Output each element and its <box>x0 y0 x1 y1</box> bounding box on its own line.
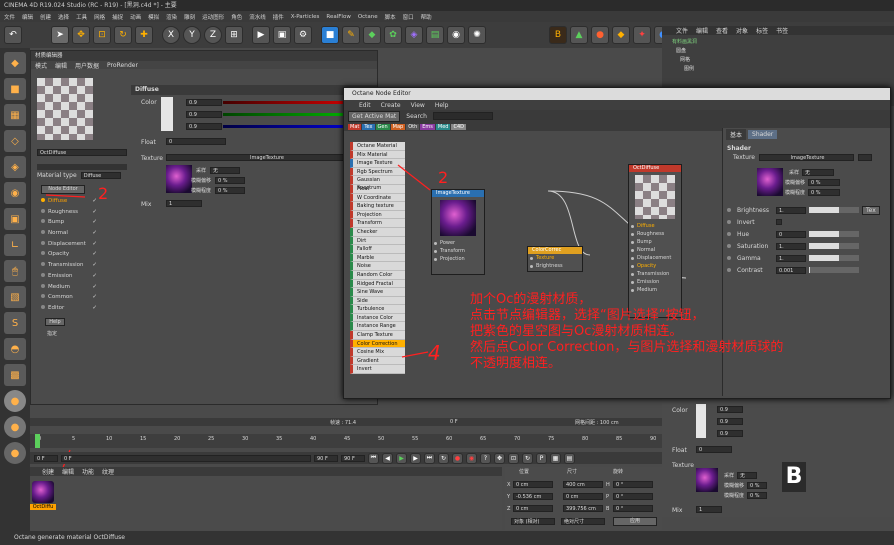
ruler-tick-label: 5 <box>72 436 76 442</box>
ruler-tick-label: 65 <box>480 436 487 442</box>
x-axis-label: X <box>507 482 511 488</box>
ruler-tick-label: 70 <box>514 436 521 442</box>
record-icon[interactable]: ● <box>452 452 463 464</box>
next-key-icon[interactable]: ▶ <box>410 452 421 464</box>
ruler-tick-label: 40 <box>310 436 317 442</box>
pla-key-icon[interactable]: ▦ <box>550 452 561 464</box>
end-frame-field-2[interactable]: 90 F <box>341 454 365 462</box>
size-z-field[interactable]: 399.756 cm <box>563 505 603 512</box>
ruler-tick-label: 80 <box>582 436 589 442</box>
material-name-label[interactable]: OctDiffu <box>30 504 56 510</box>
go-end-icon[interactable]: ⏭ <box>424 452 435 464</box>
ruler-tick-label: 60 <box>446 436 453 442</box>
ruler-tick-label: 30 <box>242 436 249 442</box>
size-x-field[interactable]: 400 cm <box>563 481 603 488</box>
rot-key-icon[interactable]: ↻ <box>522 452 533 464</box>
mm-create[interactable]: 创建 <box>42 467 54 476</box>
coord-mode-select[interactable]: 对象 (相对) <box>511 518 555 525</box>
go-start-icon[interactable]: ⏮ <box>368 452 379 464</box>
ruler-tick-label: 45 <box>344 436 351 442</box>
position-header: 位置 <box>519 469 530 475</box>
rot-b-field[interactable]: 0 ° <box>613 505 653 512</box>
mm-texture[interactable]: 纹理 <box>102 467 114 476</box>
arrow-to-image-texture <box>397 164 431 191</box>
size-y-field[interactable]: 0 cm <box>563 493 603 500</box>
prev-key-icon[interactable]: ◀ <box>382 452 393 464</box>
ruler-tick-label: 90 <box>650 436 657 442</box>
ruler-tick-label: 15 <box>140 436 147 442</box>
h-label: H <box>606 482 610 488</box>
loop-icon[interactable]: ↻ <box>438 452 449 464</box>
rotation-header: 旋转 <box>613 469 624 475</box>
apply-button[interactable]: 应用 <box>613 517 657 526</box>
ruler-tick-label: 35 <box>276 436 283 442</box>
ruler-tick-label: 25 <box>208 436 215 442</box>
rot-h-field[interactable]: 0 ° <box>613 481 653 488</box>
mm-edit[interactable]: 编辑 <box>62 467 74 476</box>
play-icon[interactable]: ▶ <box>396 452 407 464</box>
scale-key-icon[interactable]: ⊡ <box>508 452 519 464</box>
size-header: 尺寸 <box>567 469 578 475</box>
rot-p-field[interactable]: 0 ° <box>613 493 653 500</box>
range-slider[interactable]: 0 F <box>61 454 311 462</box>
timeline-ruler[interactable]: 051015202530354045505560657075808590 <box>30 434 662 448</box>
arrow-to-color-correction <box>401 351 429 358</box>
coordinates-manager: 位置 尺寸 旋转 X 0 cm 400 cm H 0 ° Y -0.536 cm… <box>505 467 662 530</box>
viewport-status: 帧速 : 71.4 0 F 网格间距 : 100 cm <box>30 418 662 426</box>
param-key-icon[interactable]: P <box>536 452 547 464</box>
ruler-tick-label: 50 <box>378 436 385 442</box>
ruler-tick-label: 85 <box>616 436 623 442</box>
pos-y-field[interactable]: -0.536 cm <box>513 493 553 500</box>
status-bar: Octane generate material OctDiffuse <box>0 531 894 545</box>
autokey-icon[interactable]: ◉ <box>466 452 477 464</box>
pos-key-icon[interactable]: ✥ <box>494 452 505 464</box>
material-thumbnail[interactable] <box>32 481 54 503</box>
ruler-tick-label: 75 <box>548 436 555 442</box>
pos-x-field[interactable]: 0 cm <box>513 481 553 488</box>
playhead[interactable] <box>35 434 40 448</box>
ruler-tick-label: 20 <box>174 436 181 442</box>
material-manager: 创建 编辑 功能 纹理 OctDiffu <box>30 467 502 530</box>
frame-label: 0 F <box>450 419 458 425</box>
pos-z-field[interactable]: 0 cm <box>513 505 553 512</box>
key-icon[interactable]: ? <box>480 452 491 464</box>
timeline-icon[interactable]: ▤ <box>564 452 575 464</box>
mm-function[interactable]: 功能 <box>82 467 94 476</box>
playback-bar: 0 F 0 F 90 F 90 F ⏮ ◀ ▶ ▶ ⏭ ↻ ● ◉ ? ✥ ⊡ … <box>30 452 662 464</box>
z-axis-label: Z <box>507 506 511 512</box>
p-label: P <box>606 494 610 500</box>
fps-label: 帧速 : 71.4 <box>330 420 356 426</box>
end-frame-field[interactable]: 90 F <box>314 454 338 462</box>
ruler-tick-label: 10 <box>106 436 113 442</box>
size-mode-select[interactable]: 绝对尺寸 <box>561 518 605 525</box>
start-frame-field[interactable]: 0 F <box>34 454 58 462</box>
arrow-to-node-editor <box>45 194 86 198</box>
material-manager-menu: 创建 编辑 功能 纹理 <box>30 467 502 476</box>
grid-spacing-label: 网格间距 : 100 cm <box>575 420 619 426</box>
ruler-tick-label: 55 <box>412 436 419 442</box>
y-axis-label: Y <box>507 494 511 500</box>
b-label: B <box>606 506 610 512</box>
